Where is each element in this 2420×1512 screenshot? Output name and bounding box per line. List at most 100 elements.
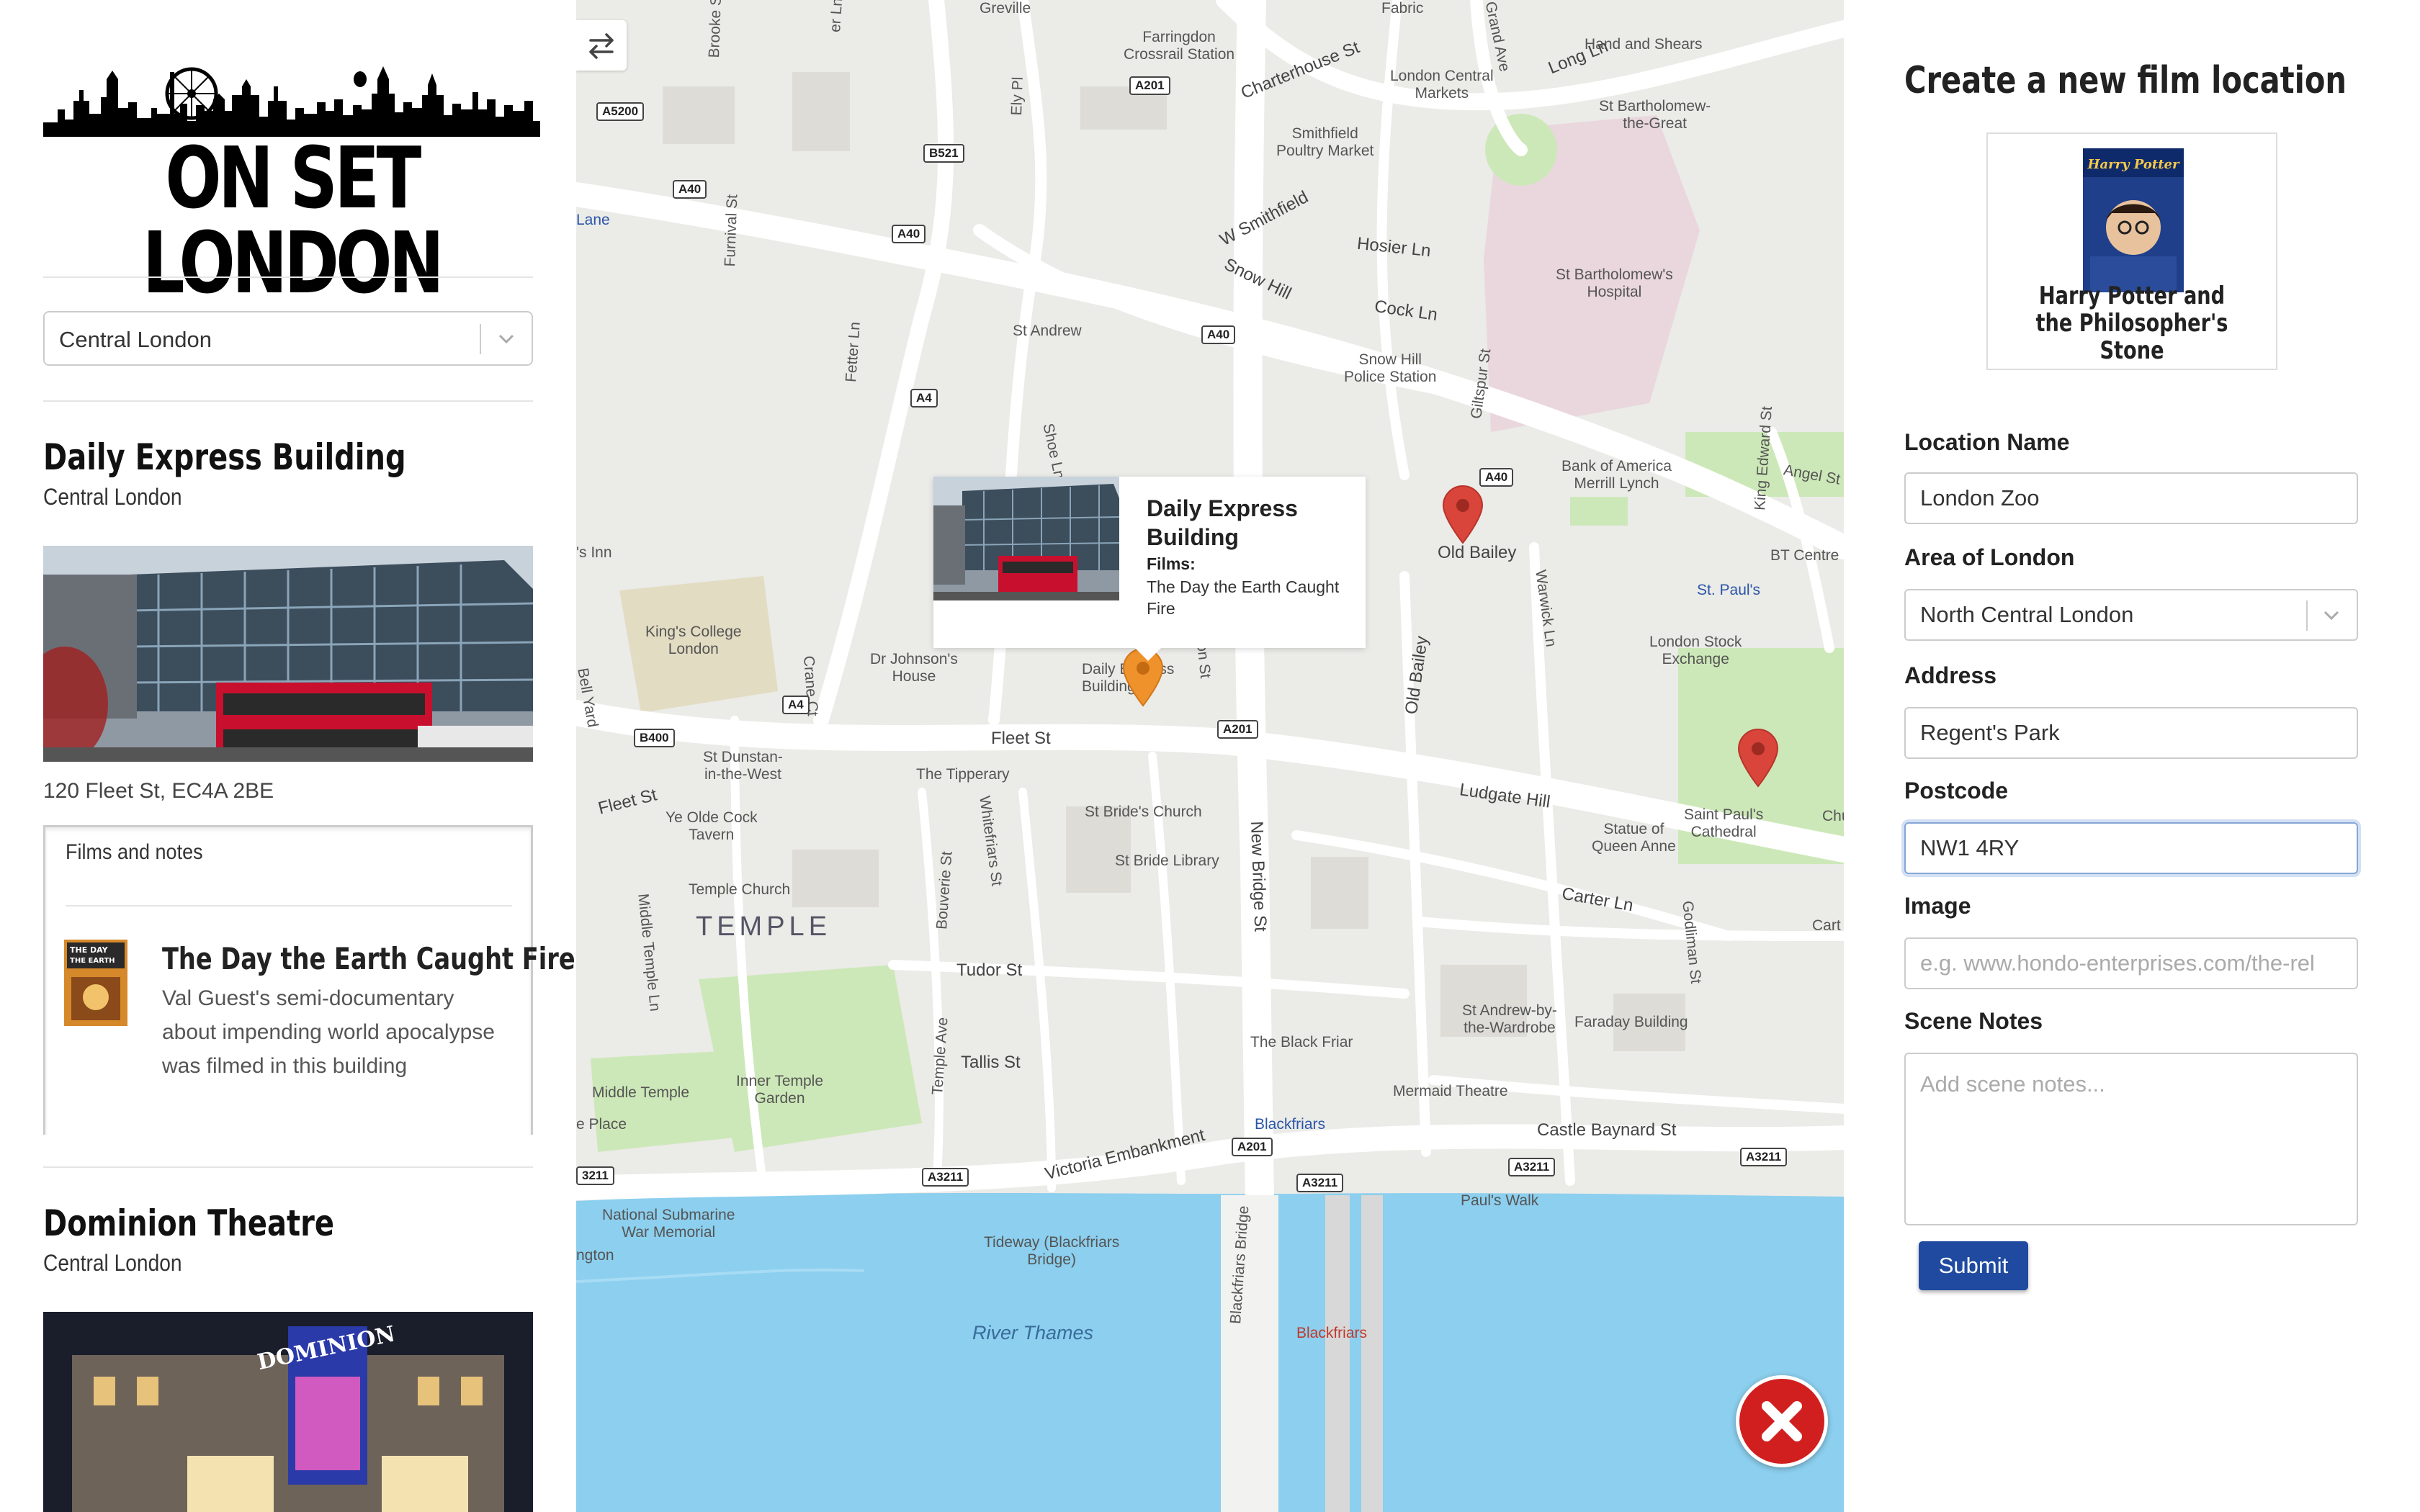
map-label: TEMPLE <box>696 912 832 942</box>
road-shield: B521 <box>923 144 964 163</box>
film-notes: Val Guest's semi-documentary about impen… <box>162 986 495 1078</box>
map-label: Hand and Shears <box>1585 36 1703 53</box>
map-pin-icon[interactable] <box>1440 485 1485 544</box>
film-poster-icon[interactable]: THE DAY THE EARTH <box>64 940 127 1026</box>
submit-button[interactable]: Submit <box>1919 1241 2028 1290</box>
form-title: Create a new film location <box>1904 59 2347 102</box>
map-label: St Andrew <box>1013 323 1082 339</box>
chevron-down-icon[interactable] <box>2319 603 2344 628</box>
area-select[interactable]: North Central London <box>1904 589 2358 641</box>
map-label: Castle Baynard St <box>1537 1120 1677 1140</box>
close-x-icon <box>1762 1401 1802 1441</box>
location-area: Central London <box>43 484 182 510</box>
map-view[interactable]: Greville Fabric Grand Ave Farringdon Cro… <box>576 0 1844 1512</box>
location-name-input[interactable]: London Zoo <box>1904 472 2358 524</box>
map-label: River Thames <box>972 1322 1094 1344</box>
map-label: Old Bailey <box>1438 543 1517 562</box>
road-shield: A3211 <box>1740 1148 1788 1166</box>
map-label: Paul's Walk <box>1461 1192 1539 1209</box>
divider <box>43 276 533 278</box>
map-popup[interactable]: Daily Express Building Films: The Day th… <box>933 477 1366 661</box>
scene-notes-textarea[interactable]: Add scene notes... <box>1904 1053 2358 1225</box>
divider <box>43 1166 533 1168</box>
map-label: Furnival St <box>722 194 741 267</box>
road-shield: A4 <box>782 696 810 714</box>
popup-film: The Day the Earth Caught Fire <box>1147 577 1340 618</box>
map-label: Farringdon Crossrail Station <box>1124 29 1235 63</box>
divider <box>43 400 533 402</box>
road-shield: A40 <box>673 180 707 199</box>
map-label: Tideway (Blackfriars Bridge) <box>984 1234 1120 1268</box>
create-location-form: Create a new film location Harry Potter … <box>1844 0 2420 1512</box>
map-label: Cart <box>1812 917 1841 934</box>
image-url-input[interactable]: e.g. www.hondo-enterprises.com/the-rel <box>1904 937 2358 989</box>
road-shield: A201 <box>1129 76 1170 95</box>
map-label: Blackfriars <box>1255 1116 1326 1133</box>
map-label: London Central Markets <box>1390 68 1494 102</box>
sidebar: ON SET LONDON Central London Daily Expre… <box>0 0 576 1512</box>
road-shield: 3211 <box>576 1166 614 1185</box>
road-shield: A40 <box>892 225 926 243</box>
location-name-label: Location Name <box>1904 429 2070 455</box>
svg-text:THE DAY: THE DAY <box>70 945 109 955</box>
logo-title: ON SET LONDON <box>142 128 444 312</box>
chevron-down-icon[interactable] <box>494 327 519 351</box>
map-label: Statue of Queen Anne <box>1592 821 1676 855</box>
map-label: Blackfriars <box>1296 1325 1368 1341</box>
map-label: National Submarine War Memorial <box>602 1207 735 1241</box>
map-label: Fabric <box>1381 0 1424 17</box>
map-label: Mermaid Theatre <box>1393 1083 1508 1099</box>
svg-text:THE EARTH: THE EARTH <box>70 957 115 965</box>
road-shield: A3211 <box>1296 1174 1344 1192</box>
area-filter-value: Central London <box>59 327 212 352</box>
selected-film-title: Harry Potter and the Philosopher's Stone <box>2035 282 2228 365</box>
site-logo[interactable]: ON SET LONDON <box>43 58 540 305</box>
close-button[interactable] <box>1736 1375 1828 1467</box>
area-filter-select[interactable]: Central London <box>43 311 533 366</box>
popup-films-label: Films: <box>1147 554 1196 573</box>
map-label: BT Centre <box>1770 547 1839 564</box>
map-label: London Stock Exchange <box>1649 634 1742 667</box>
map-label: er Ln <box>827 0 846 33</box>
road-shield: A3211 <box>922 1168 969 1187</box>
films-card: Films and notes THE DAY THE EARTH The Da… <box>43 825 575 1135</box>
map-label: The Tipperary <box>916 766 1010 783</box>
map-label: St Bartholomew- the-Great <box>1599 98 1711 132</box>
map-label: Snow Hill Police Station <box>1344 351 1437 385</box>
road-shield: B400 <box>634 729 675 747</box>
map-label: Tudor St <box>956 960 1023 980</box>
map-label: 's Inn <box>576 544 612 561</box>
location-photo[interactable]: DOMINION <box>43 1312 533 1512</box>
address-input[interactable]: Regent's Park <box>1904 707 2358 759</box>
postcode-label: Postcode <box>1904 778 2009 804</box>
popup-title[interactable]: Daily Express Building <box>1147 494 1355 552</box>
popup-tip <box>1135 648 1161 661</box>
map-label: Fleet St <box>991 729 1051 748</box>
toggle-sidebar-button[interactable] <box>576 20 627 71</box>
map-label: Ely Pl <box>1008 76 1026 116</box>
postcode-input[interactable]: NW1 4RY <box>1904 822 2358 874</box>
swap-arrows-icon <box>589 33 614 59</box>
area-label: Area of London <box>1904 544 2075 570</box>
location-photo[interactable] <box>43 546 533 762</box>
film-title[interactable]: The Day the Earth Caught Fire <box>162 941 575 976</box>
map-label: St Bride Library <box>1115 852 1219 869</box>
map-label: ngton <box>576 1247 614 1264</box>
road-shield: A40 <box>1201 325 1236 344</box>
map-label: Middle Temple <box>592 1084 690 1101</box>
location-title[interactable]: Dominion Theatre <box>43 1202 334 1244</box>
road-shield: A4 <box>910 389 938 408</box>
map-label: St Andrew-by- the-Wardrobe <box>1462 1002 1557 1036</box>
location-title[interactable]: Daily Express Building <box>43 436 406 478</box>
map-label: Smithfield Poultry Market <box>1276 125 1374 159</box>
map-label: St Bartholomew's Hospital <box>1556 266 1673 300</box>
popup-photo <box>933 477 1119 600</box>
road-shield: A201 <box>1217 720 1258 739</box>
films-header: Films and notes <box>66 840 203 864</box>
map-pin-icon[interactable] <box>1736 729 1780 788</box>
map-label: The Black Friar <box>1250 1034 1353 1050</box>
area-select-value: North Central London <box>1920 602 2134 627</box>
map-label: Chu <box>1822 808 1844 824</box>
selected-film-card[interactable]: Harry Potter Harry Potter and the Philos… <box>1986 132 2277 370</box>
map-label: St Bride's Church <box>1085 804 1202 820</box>
